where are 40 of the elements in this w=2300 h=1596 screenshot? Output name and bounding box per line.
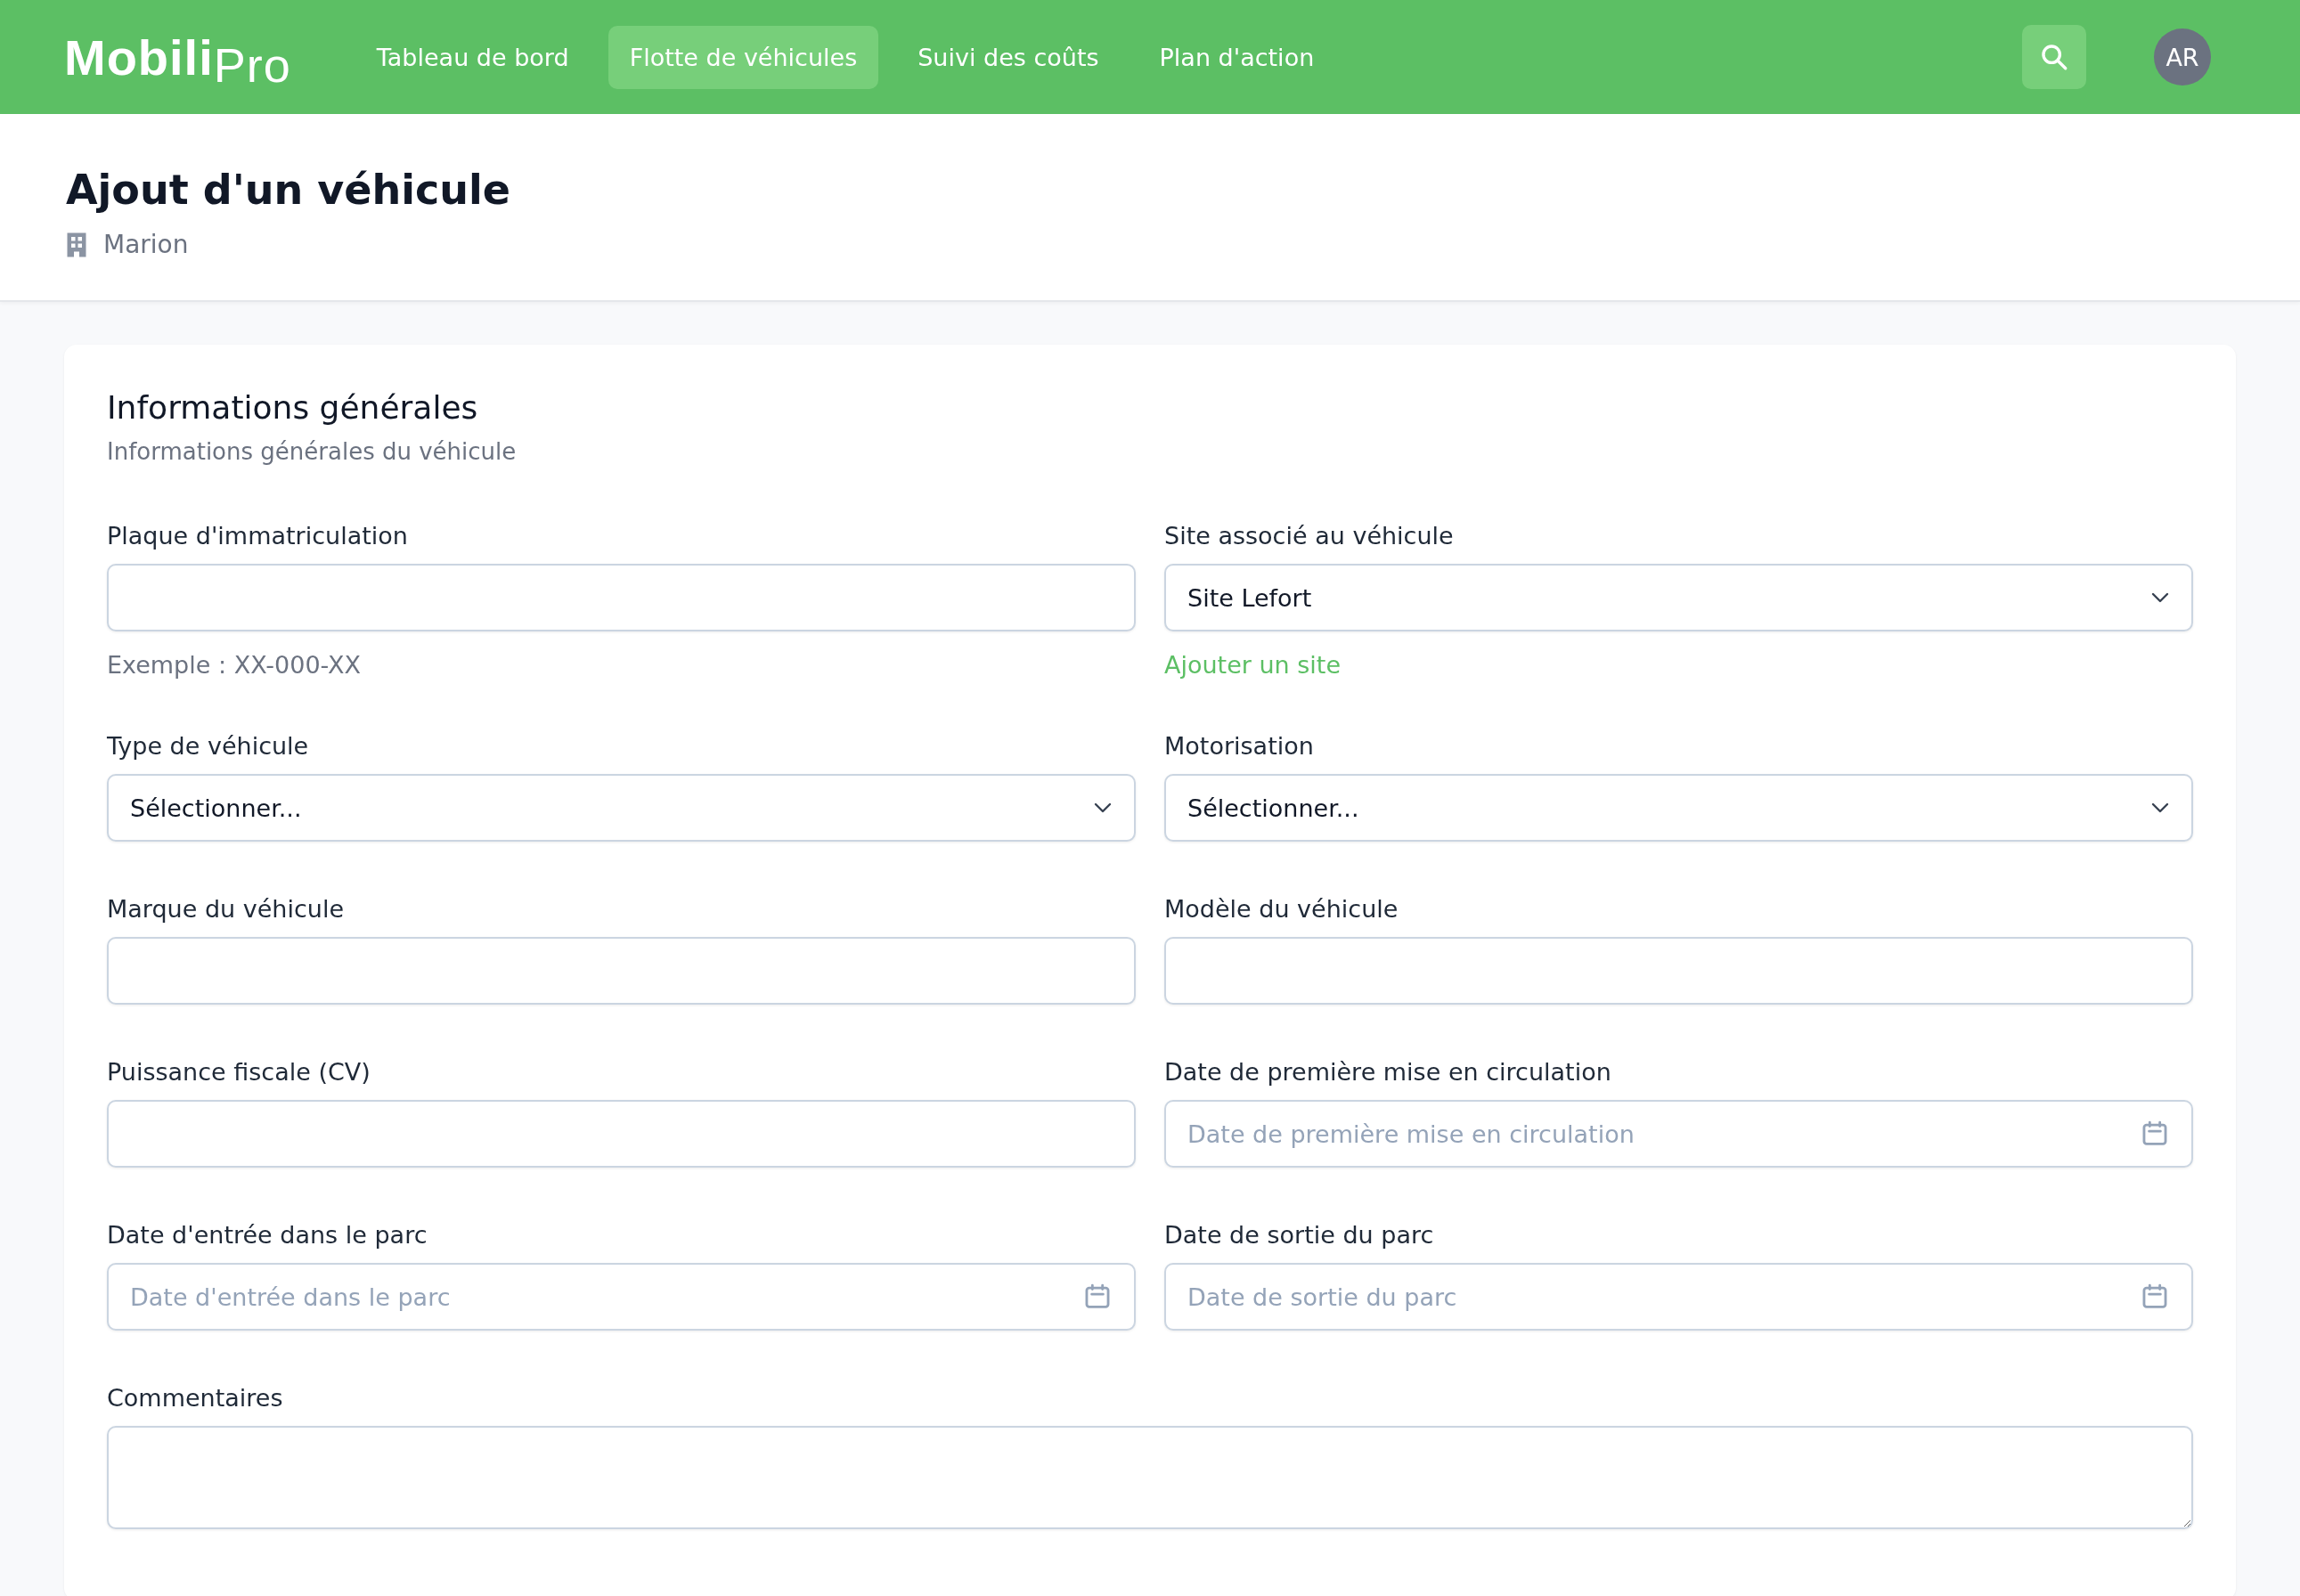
field-label: Date de sortie du parc	[1164, 1221, 1435, 1249]
chevron-down-icon	[2150, 802, 2170, 814]
field-label: Type de véhicule	[107, 732, 310, 760]
text-field[interactable]	[107, 564, 1136, 631]
field-label: Commentaires	[107, 1384, 284, 1412]
field-label: Date de première mise en circulation	[1164, 1058, 1612, 1086]
chevron-down-icon	[2150, 591, 2170, 604]
date-field[interactable]: Date d'entrée dans le parc	[107, 1263, 1136, 1331]
field-label: Modèle du véhicule	[1164, 895, 1399, 923]
date-field[interactable]: Date de première mise en circulation	[1164, 1100, 2193, 1168]
field-label: Motorisation	[1164, 732, 1315, 760]
field-label: Puissance fiscale (CV)	[107, 1058, 371, 1086]
date-field[interactable]: Date de sortie du parc	[1164, 1263, 2193, 1331]
field-label: Plaque d'immatriculation	[107, 522, 409, 550]
field-label: Site associé au véhicule	[1164, 522, 1455, 550]
text-field[interactable]	[107, 937, 1136, 1005]
text-field[interactable]	[107, 1100, 1136, 1168]
field-label: Marque du véhicule	[107, 895, 346, 923]
comments-field[interactable]	[107, 1426, 2193, 1529]
nav-tab[interactable]: Plan d'action	[1138, 25, 1336, 89]
nav-tab[interactable]: Flotte de véhicules	[608, 25, 879, 89]
logo[interactable]: MobiliPro	[64, 28, 291, 86]
site-name: Marion	[103, 230, 189, 259]
chevron-down-icon	[1093, 802, 1113, 814]
search-icon	[2039, 42, 2069, 72]
section-subtitle: Informations générales du véhicule	[107, 438, 518, 465]
user-avatar[interactable]: AR	[2154, 28, 2211, 86]
field-label: Date d'entrée dans le parc	[107, 1221, 428, 1249]
field-hint: Exemple : XX-000-XX	[107, 651, 362, 679]
select-field[interactable]: Sélectionner...	[107, 774, 1136, 842]
nav-tab[interactable]: Suivi des coûts	[896, 25, 1121, 89]
add-site-link[interactable]: Ajouter un site	[1164, 651, 1342, 679]
select-field[interactable]: Site Lefort	[1164, 564, 2193, 631]
select-field[interactable]: Sélectionner...	[1164, 774, 2193, 842]
section-title: Informations générales	[107, 389, 479, 426]
search-button[interactable]	[2022, 25, 2086, 89]
text-field[interactable]	[1164, 937, 2193, 1005]
nav-tab[interactable]: Tableau de bord	[355, 25, 591, 89]
page-title: Ajout d'un véhicule	[66, 166, 511, 214]
building-icon	[66, 231, 87, 258]
